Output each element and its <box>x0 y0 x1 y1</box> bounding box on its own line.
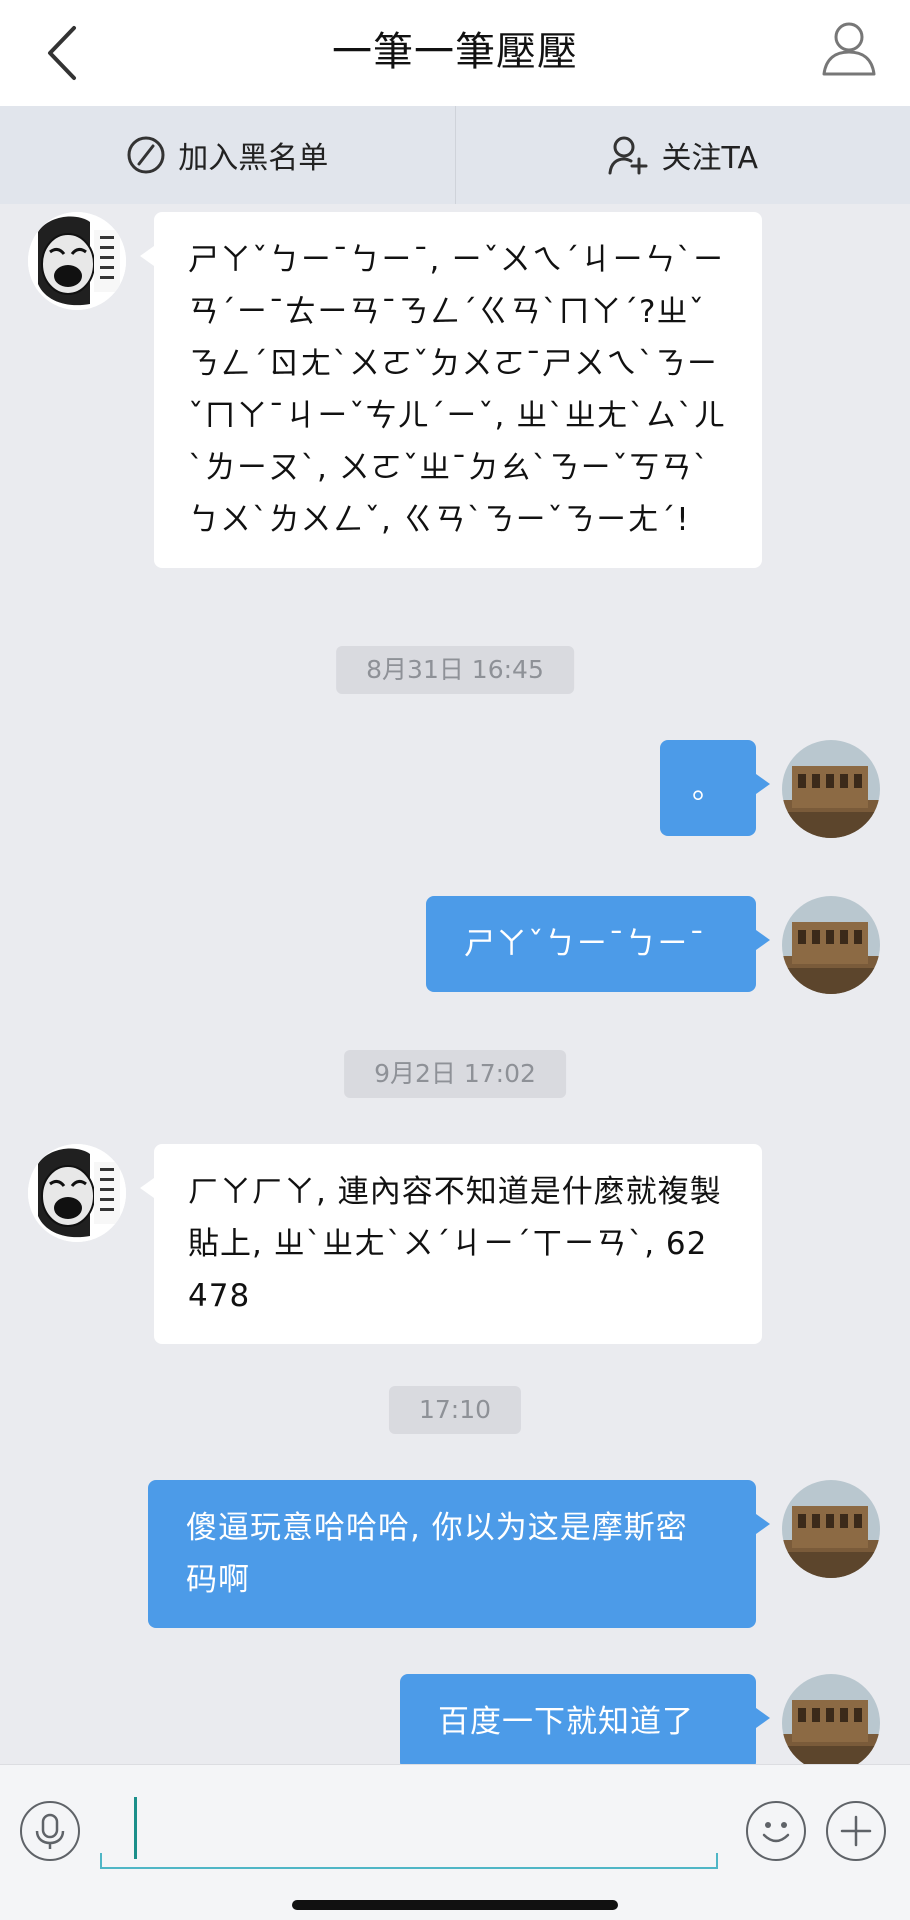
back-button[interactable] <box>40 20 90 86</box>
ruins-photo-avatar-icon <box>782 1674 880 1764</box>
contact-avatar[interactable] <box>28 212 126 310</box>
chat-screen: 一筆一筆壓壓 加入黑名单 关注TA ㄕㄚˇㄅㄧˉㄅㄧˉ, ㄧˇㄨㄟˊㄐㄧㄣˋㄧㄢ… <box>0 0 910 1920</box>
user-icon <box>822 22 876 76</box>
chevron-left-icon <box>48 26 76 80</box>
header: 一筆一筆壓壓 <box>0 0 910 106</box>
outgoing-message-bubble[interactable]: ㄕㄚˇㄅㄧˉㄅㄧˉ <box>426 896 770 992</box>
voice-button[interactable] <box>20 1801 80 1861</box>
timestamp: 17:10 <box>388 1386 522 1434</box>
action-bar: 加入黑名单 关注TA <box>0 106 910 204</box>
block-label: 加入黑名单 <box>178 141 329 176</box>
page-title: 一筆一筆壓壓 <box>332 29 578 75</box>
message-text: ㄏㄚㄏㄚ, 連內容不知道是什麼就複製貼上, ㄓˋㄓㄤˋㄨˊㄐㄧˊㄒㄧㄢˋ, 62… <box>188 1174 722 1314</box>
profile-button[interactable] <box>818 16 880 78</box>
block-button[interactable]: 加入黑名单 <box>0 106 456 204</box>
prohibited-icon <box>127 136 165 174</box>
message-text: ㄕㄚˇㄅㄧˉㄅㄧˉ <box>464 926 706 962</box>
message-input[interactable] <box>100 1789 718 1869</box>
meme-face-avatar-icon <box>28 1144 126 1242</box>
my-avatar[interactable] <box>782 896 880 994</box>
plus-icon <box>840 1815 872 1847</box>
my-avatar[interactable] <box>782 1480 880 1578</box>
message-text: 。 <box>692 770 724 806</box>
incoming-message-bubble[interactable]: ㄏㄚㄏㄚ, 連內容不知道是什麼就複製貼上, ㄓˋㄓㄤˋㄨˊㄐㄧˊㄒㄧㄢˋ, 62… <box>140 1144 762 1344</box>
message-list[interactable]: ㄕㄚˇㄅㄧˉㄅㄧˉ, ㄧˇㄨㄟˊㄐㄧㄣˋㄧㄢˊㄧˉㄊㄧㄢˉㄋㄥˊㄍㄢˋㄇㄚˊ?ㄓ… <box>0 204 910 1764</box>
my-avatar[interactable] <box>782 1674 880 1764</box>
home-indicator[interactable] <box>292 1900 618 1910</box>
outgoing-message-bubble[interactable]: 傻逼玩意哈哈哈, 你以为这是摩斯密码啊 <box>148 1480 770 1628</box>
microphone-icon <box>35 1813 65 1849</box>
user-plus-icon <box>608 136 648 175</box>
timestamp: 9月2日 17:02 <box>344 1050 566 1098</box>
message-text: ㄕㄚˇㄅㄧˉㄅㄧˉ, ㄧˇㄨㄟˊㄐㄧㄣˋㄧㄢˊㄧˉㄊㄧㄢˉㄋㄥˊㄍㄢˋㄇㄚˊ?ㄓ… <box>188 242 726 538</box>
meme-face-avatar-icon <box>28 212 126 310</box>
emoji-button[interactable] <box>746 1801 806 1861</box>
follow-button[interactable]: 关注TA <box>456 106 910 204</box>
outgoing-message-bubble[interactable]: 百度一下就知道了 <box>400 1674 770 1764</box>
more-button[interactable] <box>826 1801 886 1861</box>
ruins-photo-avatar-icon <box>782 896 880 994</box>
outgoing-message-bubble[interactable]: 。 <box>660 740 770 836</box>
contact-avatar[interactable] <box>28 1144 126 1242</box>
ruins-photo-avatar-icon <box>782 1480 880 1578</box>
smiley-icon <box>762 1822 790 1843</box>
timestamp: 8月31日 16:45 <box>336 646 574 694</box>
incoming-message-bubble[interactable]: ㄕㄚˇㄅㄧˉㄅㄧˉ, ㄧˇㄨㄟˊㄐㄧㄣˋㄧㄢˊㄧˉㄊㄧㄢˉㄋㄥˊㄍㄢˋㄇㄚˊ?ㄓ… <box>140 212 762 568</box>
follow-label: 关注TA <box>661 141 759 176</box>
text-caret <box>134 1797 137 1859</box>
input-bar <box>0 1764 910 1920</box>
my-avatar[interactable] <box>782 740 880 838</box>
ruins-photo-avatar-icon <box>782 740 880 838</box>
message-text: 傻逼玩意哈哈哈, 你以为这是摩斯密码啊 <box>186 1510 688 1598</box>
message-text: 百度一下就知道了 <box>438 1704 694 1740</box>
